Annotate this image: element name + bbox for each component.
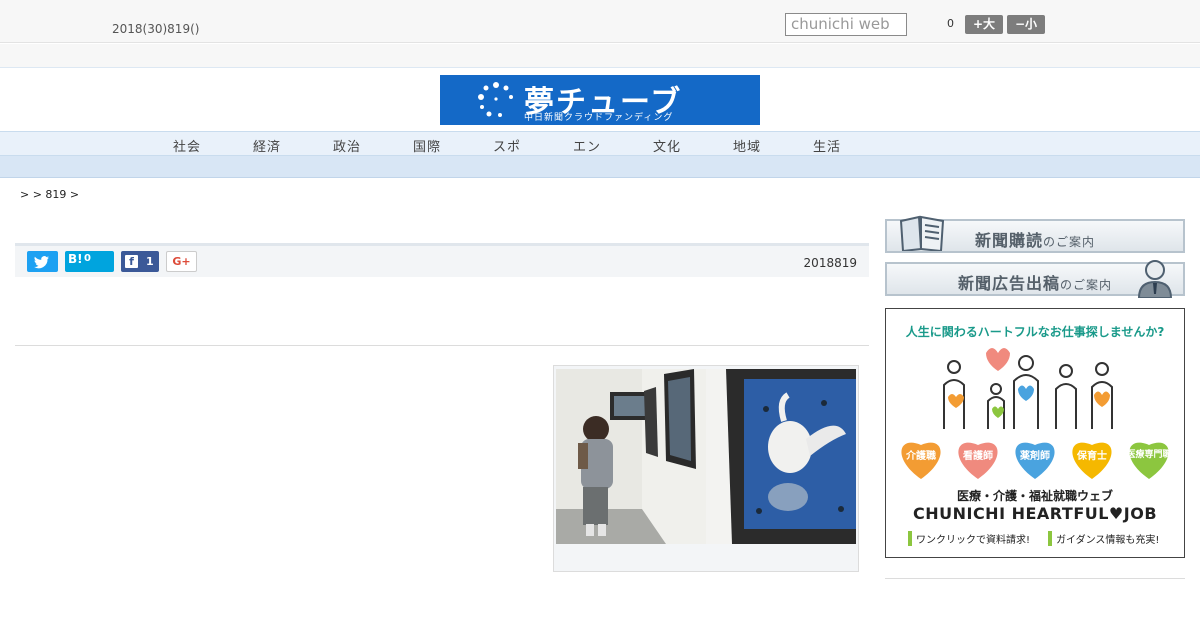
content-divider	[15, 345, 869, 346]
heart-label-childcare: 保育士	[1077, 451, 1107, 462]
ad-headline: 人生に関わるハートフルなお仕事探しませんか?	[905, 325, 1165, 339]
main-nav: 社会 経済 政治 国際 スポ エン 文化 地域 生活	[0, 131, 1200, 156]
hatena-label: B!	[68, 252, 83, 266]
header-band	[0, 44, 1200, 68]
heartful-job-ad-banner[interactable]: 人生に関わるハートフルなお仕事探しませんか? 介護職 看護師 薬剤師 保育士 医…	[885, 308, 1185, 558]
newspaper-subscription-button[interactable]: 新聞購読のご案内	[885, 215, 1185, 253]
newspaper-advertising-button[interactable]: 新聞広告出稿のご案内	[885, 260, 1185, 298]
article-photo[interactable]	[553, 365, 859, 572]
twitter-share-button[interactable]	[27, 251, 58, 272]
current-date: 2018(30)819()	[112, 22, 200, 36]
top-bar: 2018(30)819() chunichi web 0 +大 −小	[0, 0, 1200, 43]
nav-item[interactable]: 国際	[407, 136, 447, 155]
google-plus-icon: G+	[172, 255, 191, 268]
family-illustration-icon	[943, 348, 1113, 429]
ad-subtitle: 医療・介護・福祉就職ウェブ	[956, 489, 1113, 503]
facebook-count: 1	[146, 255, 154, 268]
heart-label-caregiver: 介護職	[906, 451, 936, 462]
breadcrumb[interactable]: > > 819 >	[20, 188, 79, 201]
share-bar: B! 0 f 1 G+ 2018819	[15, 243, 869, 277]
businessman-icon	[1137, 260, 1173, 298]
nav-item[interactable]: 文化	[647, 136, 687, 155]
advertising-main-label: 新聞広告出稿	[957, 274, 1060, 293]
nav-item[interactable]: 地域	[727, 136, 767, 155]
ad-tagline-left: ワンクリックで資料請求!	[908, 531, 1030, 546]
ad-tagline-right: ガイダンス情報も充実!	[1048, 531, 1159, 546]
nav-item[interactable]: スポ	[487, 136, 527, 155]
subscription-main-label: 新聞購読	[974, 231, 1043, 250]
site-logo[interactable]: 夢チューブ 中日新聞クラウドファンディング	[440, 75, 760, 125]
font-size-indicator: 0	[947, 17, 954, 30]
facebook-icon: f	[125, 255, 138, 268]
sub-nav	[0, 156, 1200, 178]
google-plus-share-button[interactable]: G+	[166, 251, 197, 272]
nav-item[interactable]: 経済	[247, 136, 287, 155]
hatena-count: 0	[84, 253, 91, 264]
ad-brand: CHUNICHI HEARTFUL♥JOB	[912, 504, 1158, 523]
heart-label-medical-specialist: 医療専門職	[1126, 450, 1172, 460]
nav-item[interactable]: エン	[567, 136, 607, 155]
facebook-share-button[interactable]: f 1	[121, 251, 159, 272]
nav-item[interactable]: 社会	[167, 136, 207, 155]
font-smaller-button[interactable]: −小	[1007, 15, 1045, 34]
font-bigger-button[interactable]: +大	[965, 15, 1003, 34]
heart-label-nurse: 看護師	[963, 451, 993, 462]
nav-item[interactable]: 生活	[807, 136, 847, 155]
exhibition-photo	[556, 369, 856, 544]
heart-label-pharmacist: 薬剤師	[1020, 451, 1050, 462]
search-input[interactable]: chunichi web	[785, 13, 907, 36]
nav-item[interactable]: 政治	[327, 136, 367, 155]
subscription-sub-label: のご案内	[1043, 235, 1096, 249]
logo-dots-icon	[478, 82, 513, 117]
advertising-sub-label: のご案内	[1060, 278, 1113, 292]
sidebar-divider	[885, 578, 1185, 579]
logo-subtitle: 中日新聞クラウドファンディング	[524, 113, 674, 123]
twitter-bird-icon	[34, 256, 49, 269]
article-date: 2018819	[803, 256, 857, 270]
hatena-bookmark-button[interactable]: B! 0	[65, 251, 114, 272]
